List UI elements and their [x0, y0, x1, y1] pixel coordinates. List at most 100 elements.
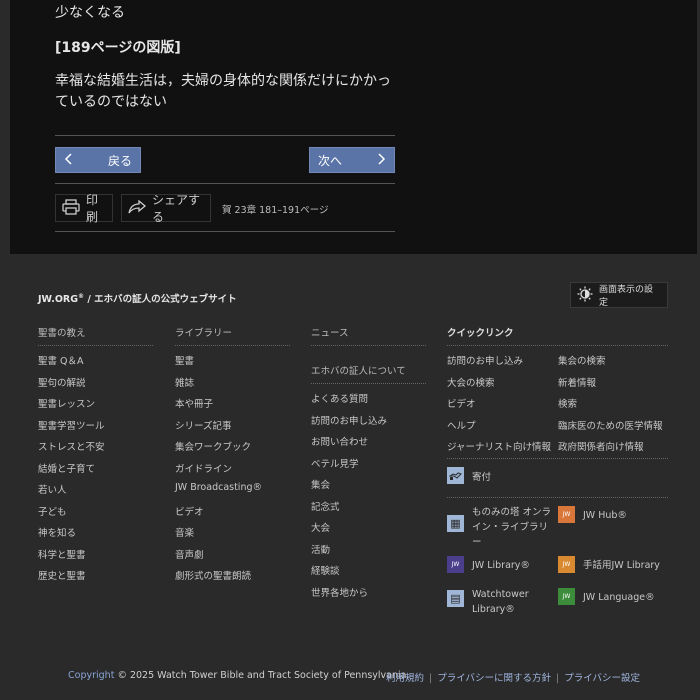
brightness-icon	[577, 286, 593, 305]
publication-reference[interactable]: 賀 23章 181–191ページ	[222, 202, 328, 216]
jw-library-icon: JW	[447, 556, 464, 573]
donate-label: 寄付	[472, 472, 492, 483]
share-icon	[128, 199, 147, 218]
footer-link[interactable]: 本や冊子	[175, 396, 262, 418]
quick-link[interactable]: 臨床医のための医学情報	[558, 418, 663, 440]
article-paragraph: 幸福な結婚生活は，夫婦の身体的な関係だけにかかっているのではない	[55, 73, 391, 110]
divider	[447, 497, 668, 498]
site-brand[interactable]: JW.ORG® / エホバの証人の公式ウェブサイト	[38, 291, 237, 305]
quick-links-left: 訪問のお申し込み 大会の検索 ビデオ ヘルプ ジャーナリスト向け情報	[447, 353, 551, 461]
printer-icon	[62, 198, 80, 218]
donate-icon	[447, 467, 464, 484]
footer-link[interactable]: シリーズ記事	[175, 418, 262, 440]
privacy-settings-link[interactable]: プライバシー設定	[564, 673, 640, 684]
quick-link[interactable]: 集会の検索	[558, 353, 663, 375]
footer-link[interactable]: 雑誌	[175, 375, 262, 397]
chevron-left-icon	[64, 152, 72, 168]
separator: |	[429, 673, 433, 684]
online-library-icon: ▦	[447, 515, 464, 532]
copyright-text: © 2025 Watch Tower Bible and Tract Socie…	[114, 670, 410, 681]
watchtower-library-icon: ▤	[447, 590, 464, 607]
divider	[55, 231, 395, 232]
brand-tagline: / エホバの証人の公式ウェブサイト	[84, 294, 237, 305]
footer-link[interactable]: 活動	[311, 542, 387, 564]
app-label: 手話用JW Library	[583, 560, 660, 571]
display-settings-button[interactable]: 画面表示の設定	[570, 282, 668, 308]
divider	[447, 458, 668, 459]
app-label: JW Hub®	[583, 510, 627, 521]
footer-link[interactable]: 劇形式の聖書朗読	[175, 568, 262, 590]
footer-link[interactable]: ベテル見学	[311, 456, 387, 478]
app-link-watchtower-library[interactable]: ▤ Watchtower Library®	[447, 587, 552, 617]
footer-link[interactable]: 聖書 Q＆A	[38, 353, 105, 375]
brand-name: JW.ORG	[38, 294, 79, 305]
footer-link[interactable]: 聖書学習ツール	[38, 418, 105, 440]
footer-heading-bible-teachings[interactable]: 聖書の教え	[38, 325, 153, 346]
footer-heading-about[interactable]: エホバの証人について	[311, 363, 426, 384]
footer-link[interactable]: 結婚と子育て	[38, 461, 105, 483]
footer-link[interactable]: ビデオ	[175, 504, 262, 526]
footer-link[interactable]: 訪問のお申し込み	[311, 413, 387, 435]
next-label: 次へ	[318, 153, 343, 168]
print-label: 印刷	[86, 193, 99, 224]
print-button[interactable]: 印刷	[55, 193, 113, 224]
footer-link[interactable]: 歴史と聖書	[38, 568, 105, 590]
app-link-jw-hub[interactable]: JW JW Hub®	[558, 505, 627, 523]
footer-link[interactable]: 聖書レッスン	[38, 396, 105, 418]
footer-link[interactable]: 記念式	[311, 499, 387, 521]
footer-link[interactable]: お問い合わせ	[311, 434, 387, 456]
copyright-link[interactable]: Copyright	[68, 670, 114, 681]
footer-link[interactable]: ストレスと不安	[38, 439, 105, 461]
footer-link[interactable]: 大会	[311, 520, 387, 542]
back-label: 戻る	[107, 153, 132, 168]
share-button[interactable]: シェアする	[121, 193, 211, 224]
footer-link[interactable]: よくある質問	[311, 391, 387, 413]
app-link-jw-language[interactable]: JW JW Language®	[558, 587, 655, 605]
footer-heading-library[interactable]: ライブラリー	[175, 325, 290, 346]
footer-link[interactable]: ガイドライン	[175, 461, 262, 483]
footer-link[interactable]: 集会ワークブック	[175, 439, 262, 461]
legal-links: 利用規約 | プライバシーに関する方針 | プライバシー設定	[386, 670, 640, 684]
footer-link[interactable]: 集会	[311, 477, 387, 499]
copyright: Copyright © 2025 Watch Tower Bible and T…	[68, 670, 410, 681]
jw-hub-icon: JW	[558, 506, 575, 523]
footer-link[interactable]: 経験談	[311, 563, 387, 585]
footer-link[interactable]: 音楽	[175, 525, 262, 547]
donate-link[interactable]: 寄付	[447, 466, 491, 485]
app-link-jw-library[interactable]: JW JW Library®	[447, 555, 530, 573]
quick-link[interactable]: 新着情報	[558, 375, 663, 397]
next-button[interactable]: 次へ	[309, 147, 395, 173]
footer-heading-news[interactable]: ニュース	[311, 325, 426, 346]
footer-link[interactable]: 若い人	[38, 482, 105, 504]
quick-link[interactable]: 大会の検索	[447, 375, 551, 397]
share-label: シェアする	[152, 193, 201, 224]
footer-link[interactable]: 聖書	[175, 353, 262, 375]
app-label: Watchtower Library®	[472, 589, 529, 615]
quick-link[interactable]: ビデオ	[447, 396, 551, 418]
terms-link[interactable]: 利用規約	[386, 673, 424, 684]
quick-link[interactable]: 訪問のお申し込み	[447, 353, 551, 375]
figure-caption: [189ページの図版]	[55, 40, 181, 56]
app-label: JW Library®	[472, 560, 530, 571]
quick-link[interactable]: ヘルプ	[447, 418, 551, 440]
footer-link[interactable]: 世界各地から	[311, 585, 387, 607]
footer-link[interactable]: 科学と聖書	[38, 547, 105, 569]
separator: |	[556, 673, 560, 684]
footer-link[interactable]: 音声劇	[175, 547, 262, 569]
privacy-policy-link[interactable]: プライバシーに関する方針	[437, 673, 551, 684]
footer-list-bible-teachings: 聖書 Q＆A 聖句の解説 聖書レッスン 聖書学習ツール ストレスと不安 結婚と子…	[38, 353, 105, 590]
footer-link[interactable]: 子ども	[38, 504, 105, 526]
quick-links-right: 集会の検索 新着情報 検索 臨床医のための医学情報 政府関係者向け情報	[558, 353, 663, 461]
app-link-online-library[interactable]: ▦ ものみの塔 オンライン・ライブラリー	[447, 505, 552, 550]
footer-link[interactable]: JW Broadcasting®	[175, 482, 262, 504]
quick-link[interactable]: 検索	[558, 396, 663, 418]
app-label: JW Language®	[583, 592, 655, 603]
app-link-jw-library-sign[interactable]: JW 手話用JW Library	[558, 555, 660, 573]
back-button[interactable]: 戻る	[55, 147, 141, 173]
jw-library-sign-icon: JW	[558, 556, 575, 573]
article-text: 少なくなる	[55, 5, 125, 21]
footer-link[interactable]: 神を知る	[38, 525, 105, 547]
jw-language-icon: JW	[558, 588, 575, 605]
footer-link[interactable]: 聖句の解説	[38, 375, 105, 397]
display-settings-label: 画面表示の設定	[599, 285, 654, 308]
